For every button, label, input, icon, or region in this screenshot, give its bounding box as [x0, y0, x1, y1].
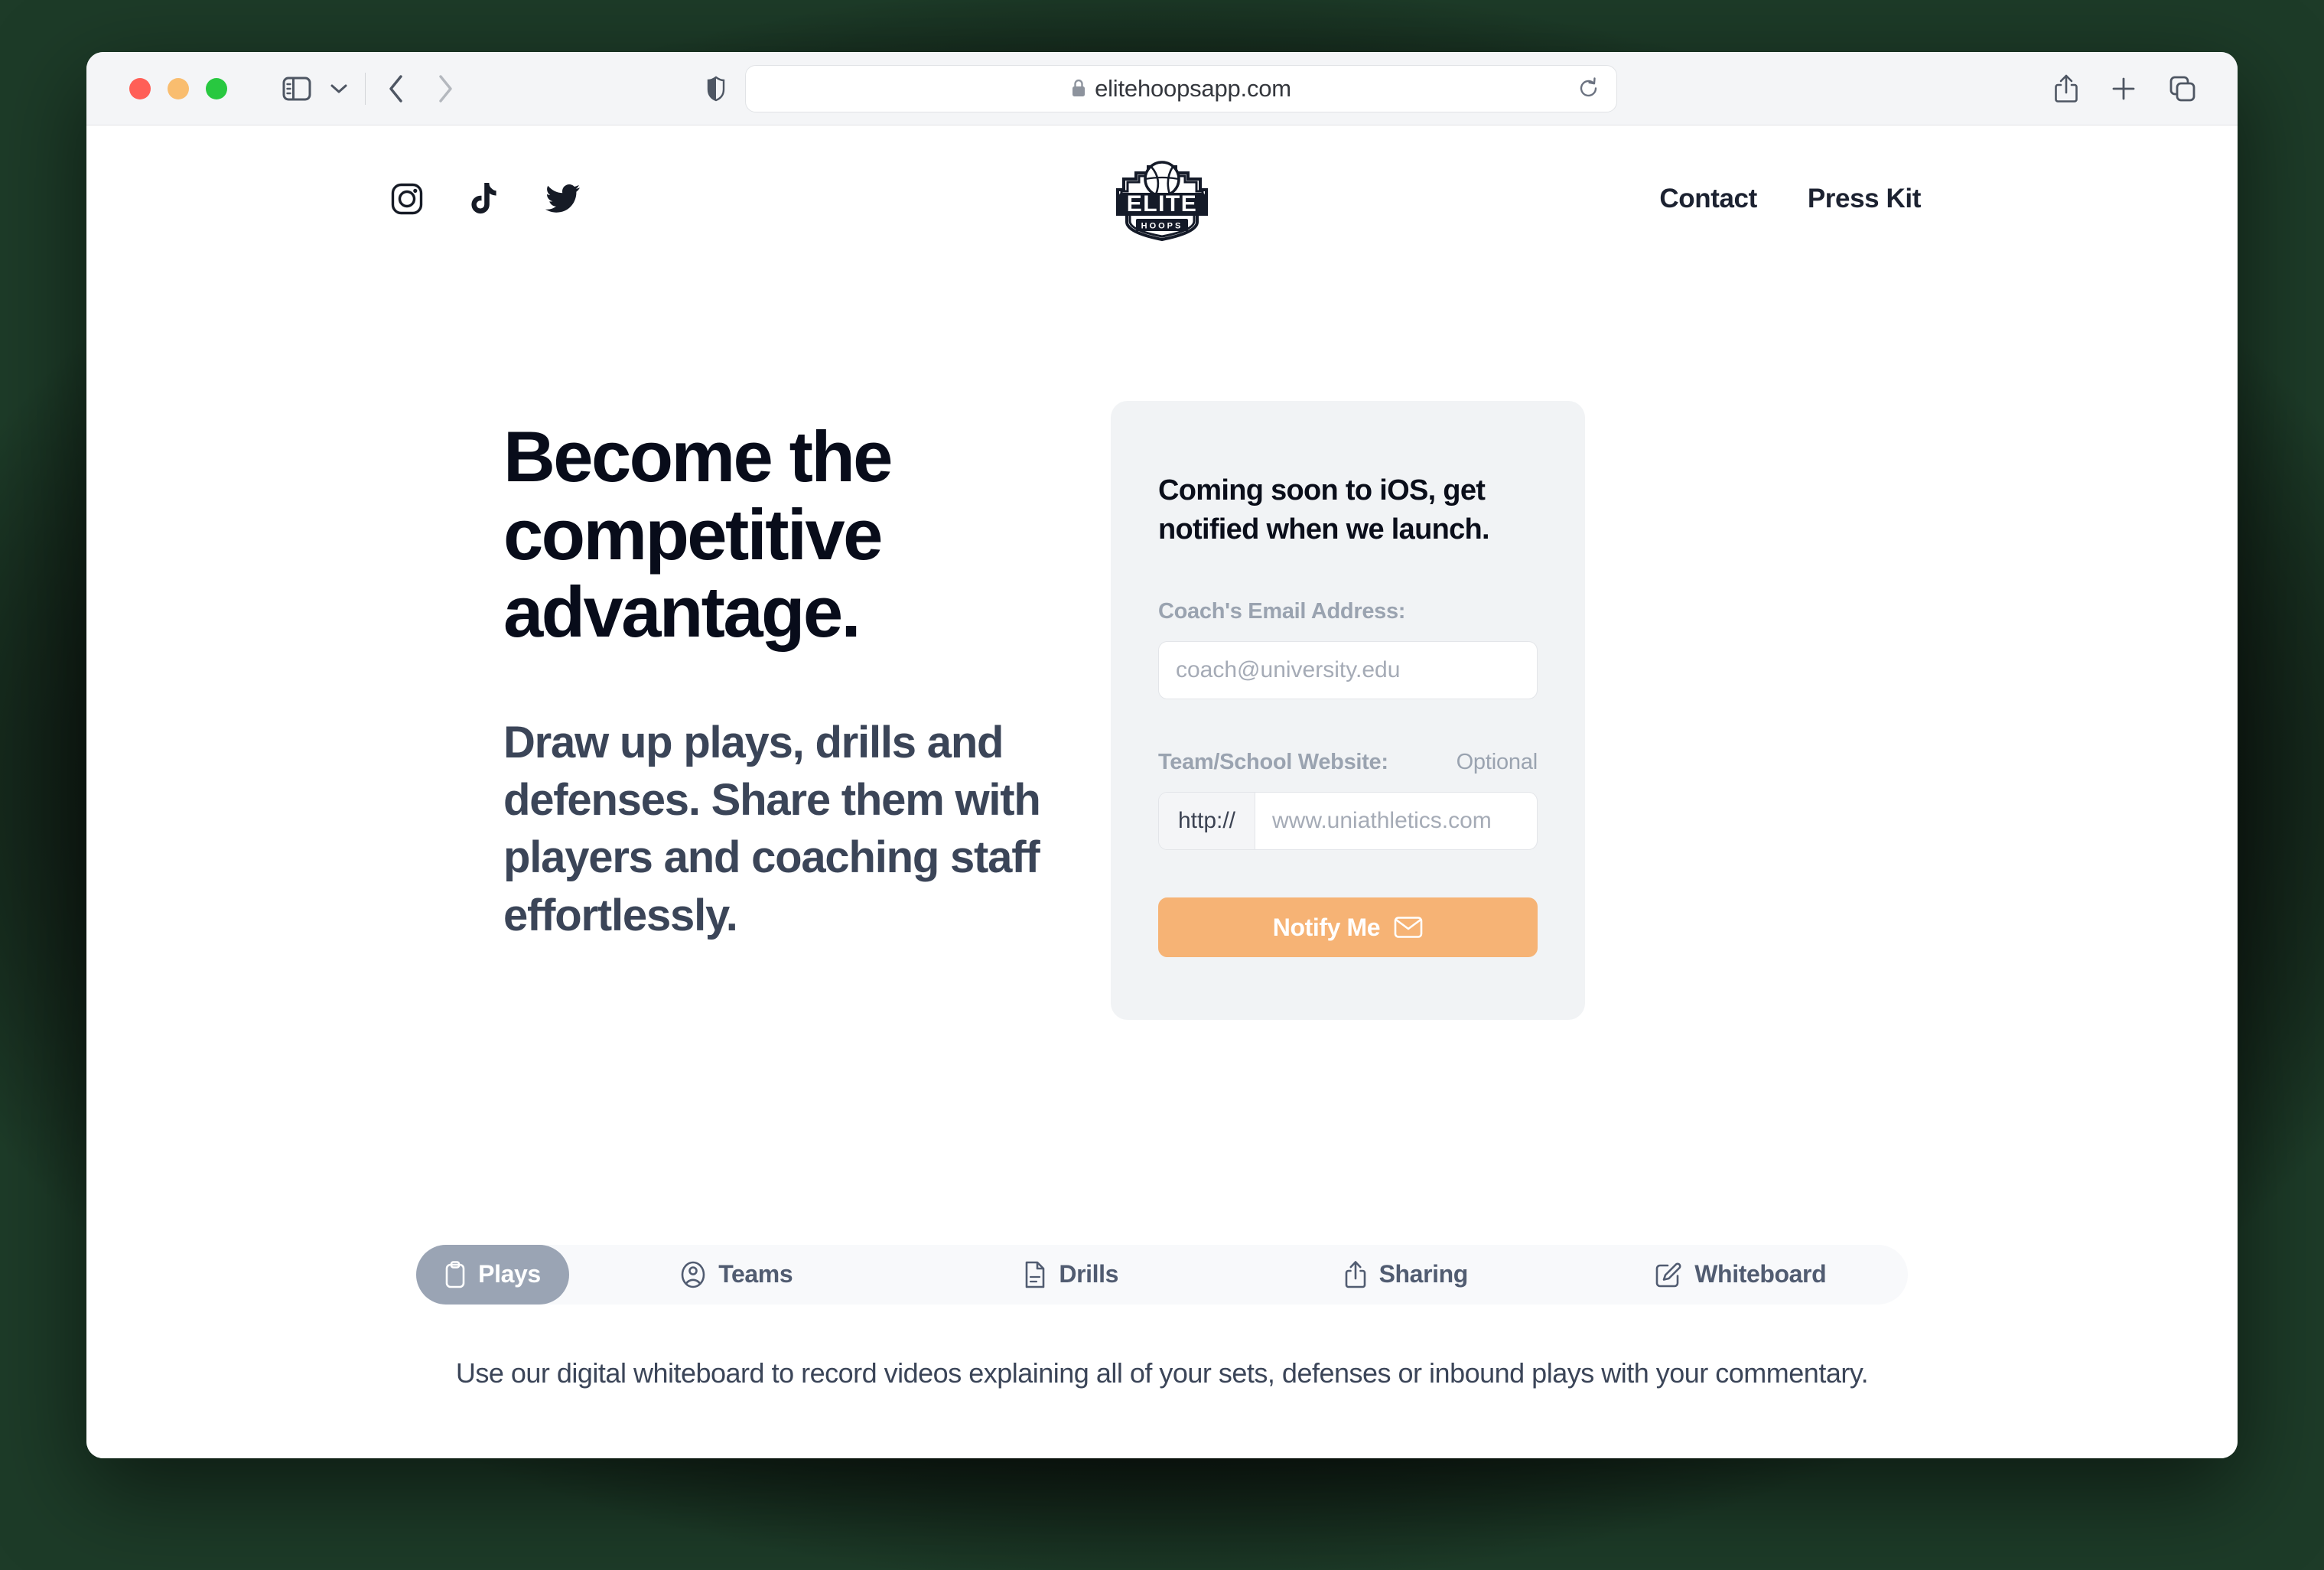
tiktok-icon[interactable]	[469, 182, 500, 216]
minimize-window-button[interactable]	[168, 77, 189, 99]
email-field[interactable]	[1158, 641, 1538, 700]
envelope-icon	[1394, 916, 1423, 939]
nav-link-contact[interactable]: Contact	[1659, 184, 1757, 214]
hero-subtitle: Draw up plays, drills and defenses. Shar…	[503, 717, 1041, 940]
feature-tab-bar: Plays Teams Drills Sharing Whiteboard	[416, 1244, 1909, 1305]
sidebar-toggle-icon[interactable]	[275, 67, 319, 111]
new-tab-button[interactable]	[2111, 76, 2137, 102]
svg-text:HOOPS: HOOPS	[1141, 222, 1183, 231]
hero-section: Become the competitive advantage. Draw u…	[86, 240, 2238, 1021]
tab-sharing[interactable]: Sharing	[1238, 1245, 1574, 1305]
maximize-window-button[interactable]	[206, 77, 227, 99]
notify-me-button[interactable]: Notify Me	[1158, 897, 1538, 958]
tab-teams[interactable]: Teams	[569, 1245, 904, 1305]
share-icon	[1344, 1260, 1367, 1289]
signup-card: Coming soon to iOS, get notified when we…	[1111, 401, 1585, 1021]
website-field[interactable]	[1255, 793, 1537, 850]
page-title: Become the competitive advantage.	[503, 416, 893, 653]
feature-description: Use our digital whiteboard to record vid…	[455, 1357, 1869, 1389]
elite-hoops-logo[interactable]: ELITE HOOPS	[1113, 156, 1211, 242]
instagram-icon[interactable]	[391, 183, 423, 215]
tab-drills-label: Drills	[1059, 1260, 1119, 1288]
tab-sharing-label: Sharing	[1378, 1260, 1469, 1288]
share-icon[interactable]	[2054, 73, 2078, 104]
toolbar-navigation-group	[275, 67, 470, 111]
main-nav: Contact Press Kit	[1659, 184, 2179, 214]
toolbar-divider	[365, 72, 366, 105]
notify-me-label: Notify Me	[1272, 913, 1381, 941]
tab-overview-icon[interactable]	[2169, 75, 2196, 103]
browser-window: elitehoopsapp.com ELITE HOOPS Contact Pr…	[86, 52, 2238, 1458]
email-field-block: Coach's Email Address:	[1158, 599, 1538, 700]
privacy-shield-icon[interactable]	[707, 76, 725, 102]
tab-plays-label: Plays	[478, 1260, 541, 1288]
tab-drills[interactable]: Drills	[904, 1245, 1239, 1305]
email-label: Coach's Email Address:	[1158, 599, 1406, 624]
clipboard-icon	[444, 1261, 466, 1288]
tab-teams-label: Teams	[718, 1260, 793, 1288]
window-traffic-lights	[129, 77, 227, 99]
reload-icon[interactable]	[1578, 77, 1600, 100]
nav-link-press-kit[interactable]: Press Kit	[1808, 184, 1922, 214]
tab-plays[interactable]: Plays	[416, 1244, 569, 1305]
svg-text:ELITE: ELITE	[1127, 191, 1198, 217]
website-label: Team/School Website:	[1158, 750, 1388, 775]
url-prefix-label: http://	[1159, 793, 1255, 850]
address-bar[interactable]: elitehoopsapp.com	[745, 64, 1617, 112]
social-links	[145, 182, 581, 216]
lock-icon	[1071, 79, 1086, 98]
chevron-down-icon[interactable]	[319, 67, 359, 111]
toolbar-actions-group	[2054, 73, 2210, 104]
page-content: ELITE HOOPS Contact Press Kit Become the…	[86, 125, 2238, 1458]
tab-whiteboard[interactable]: Whiteboard	[1574, 1245, 1909, 1305]
browser-toolbar: elitehoopsapp.com	[86, 52, 2238, 125]
website-field-block: Team/School Website: Optional http://	[1158, 750, 1538, 851]
address-bar-area: elitehoopsapp.com	[707, 64, 1617, 112]
back-button[interactable]	[372, 67, 421, 111]
website-optional-note: Optional	[1456, 750, 1538, 775]
pencil-square-icon	[1655, 1261, 1682, 1288]
feature-section: Plays Teams Drills Sharing Whiteboard Us…	[86, 1244, 2238, 1392]
twitter-icon[interactable]	[545, 184, 581, 214]
website-label-row: Team/School Website: Optional	[1158, 750, 1538, 775]
signup-heading: Coming soon to iOS, get notified when we…	[1158, 474, 1490, 546]
close-window-button[interactable]	[129, 77, 151, 99]
address-bar-content: elitehoopsapp.com	[1071, 75, 1291, 103]
website-input-group: http://	[1158, 792, 1538, 851]
hero-copy: Become the competitive advantage. Draw u…	[86, 418, 1104, 944]
site-header: ELITE HOOPS Contact Press Kit	[86, 125, 2238, 242]
url-text: elitehoopsapp.com	[1095, 74, 1291, 102]
document-icon	[1024, 1261, 1046, 1288]
person-circle-icon	[680, 1261, 706, 1288]
forward-button[interactable]	[421, 67, 470, 111]
tab-whiteboard-label: Whiteboard	[1694, 1260, 1827, 1288]
email-label-row: Coach's Email Address:	[1158, 599, 1538, 624]
